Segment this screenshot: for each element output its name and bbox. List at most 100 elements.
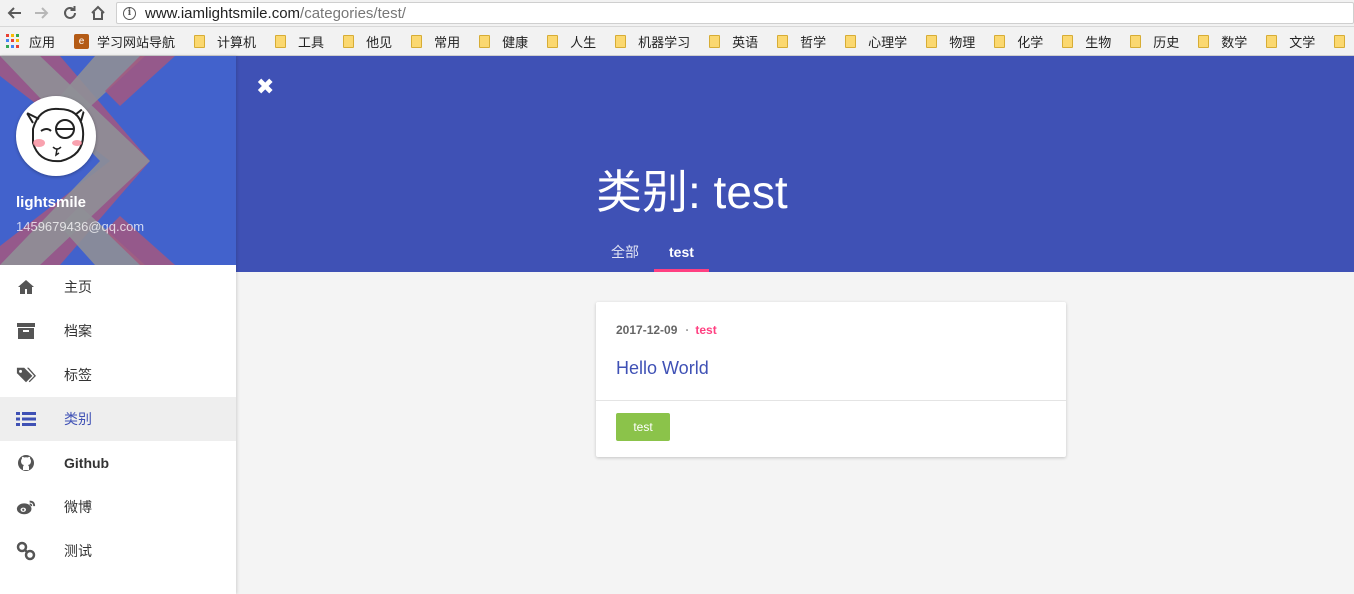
close-icon[interactable]: ✖ <box>256 74 274 100</box>
post-date: 2017-12-09 <box>616 323 678 337</box>
url-path: /categories/test/ <box>300 4 406 22</box>
sidebar-item-home[interactable]: 主页 <box>0 265 236 309</box>
sidebar-item-categories[interactable]: 类别 <box>0 397 236 441</box>
bookmark-folder[interactable]: 常用 <box>411 32 460 51</box>
browser-address-bar: i www.iamlightsmile.com/categories/test/ <box>0 0 1354 27</box>
sidebar-menu: 主页 档案 标签 类别 Github 微博 测试 <box>0 265 236 573</box>
apps-grid-icon <box>6 34 20 48</box>
bookmark-folder[interactable]: 机器学习 <box>615 32 690 51</box>
bookmark-folder[interactable]: 政治 <box>1334 32 1354 51</box>
bookmark-folder[interactable]: 历史 <box>1130 32 1179 51</box>
bookmark-folder[interactable]: 人生 <box>547 32 596 51</box>
folder-icon <box>1334 34 1346 48</box>
post-tag-chip[interactable]: test <box>616 413 670 441</box>
folder-icon <box>547 34 559 48</box>
bookmark-folder[interactable]: 数学 <box>1198 32 1247 51</box>
post-meta: 2017-12-09 · test <box>616 323 717 337</box>
folder-icon <box>1062 34 1074 48</box>
sidebar-item-github[interactable]: Github <box>0 441 236 485</box>
tab-all[interactable]: 全部 <box>596 232 654 272</box>
sidebar-item-label: 档案 <box>64 323 92 339</box>
bookmark-label: 常用 <box>434 34 461 50</box>
folder-icon <box>845 34 857 48</box>
folder-icon <box>411 34 423 48</box>
card-divider <box>596 400 1066 401</box>
user-email: 1459679436@qq.com <box>16 219 145 234</box>
sidebar-item-label: 微博 <box>64 499 92 515</box>
bookmark-label: 学习网站导航 <box>97 34 176 50</box>
bookmark-folder[interactable]: 他见 <box>343 32 392 51</box>
bookmark-folder[interactable]: 化学 <box>994 32 1043 51</box>
sidebar-item-label: Github <box>64 455 110 471</box>
sidebar-item-label: 测试 <box>64 543 92 559</box>
url-host: www.iamlightsmile.com <box>145 4 301 22</box>
bookmark-folder[interactable]: 英语 <box>709 32 758 51</box>
folder-icon <box>1130 34 1142 48</box>
folder-icon <box>1266 34 1278 48</box>
github-icon <box>16 453 36 473</box>
folder-icon <box>479 34 491 48</box>
folder-icon <box>777 34 789 48</box>
folder-icon <box>926 34 938 48</box>
sidebar-item-label: 主页 <box>64 279 92 295</box>
folder-icon <box>709 34 721 48</box>
bookmark-folder[interactable]: 心理学 <box>845 32 907 51</box>
archive-icon <box>16 321 36 341</box>
post-category-link[interactable]: test <box>695 323 716 337</box>
bookmark-apps[interactable]: 应用 <box>6 32 55 51</box>
bookmark-label: 人生 <box>570 34 597 50</box>
bookmark-label: 数学 <box>1221 34 1248 50</box>
url-field[interactable]: i www.iamlightsmile.com/categories/test/ <box>116 2 1354 24</box>
bookmark-label: 机器学习 <box>638 34 691 50</box>
bookmark-folder[interactable]: 哲学 <box>777 32 826 51</box>
link-icon <box>16 541 36 561</box>
bookmark-folder[interactable]: 工具 <box>275 32 324 51</box>
folder-icon <box>343 34 355 48</box>
sidebar-item-archive[interactable]: 档案 <box>0 309 236 353</box>
folder-icon <box>194 34 206 48</box>
bookmark-label: 文学 <box>1289 34 1316 50</box>
folder-icon <box>994 34 1006 48</box>
home-icon <box>16 277 36 297</box>
page-header: ✖ 类别: test 全部 test <box>236 56 1354 272</box>
category-tabs: 全部 test <box>596 232 709 272</box>
reload-icon[interactable] <box>60 3 80 23</box>
bookmark-folder[interactable]: 生物 <box>1062 32 1111 51</box>
bookmark-folder[interactable]: 文学 <box>1266 32 1315 51</box>
folder-icon <box>1198 34 1210 48</box>
home-button-icon[interactable] <box>88 3 108 23</box>
bookmark-label: 工具 <box>298 34 325 50</box>
bookmark-folder[interactable]: 健康 <box>479 32 528 51</box>
bookmark-folder[interactable]: 物理 <box>926 32 975 51</box>
bookmark-label: 他见 <box>366 34 393 50</box>
avatar-cartoon-face <box>19 99 93 173</box>
avatar[interactable] <box>16 96 96 176</box>
folder-icon <box>275 34 287 48</box>
bookmark-label: 历史 <box>1153 34 1180 50</box>
list-icon <box>16 409 36 429</box>
back-arrow-icon[interactable] <box>4 3 24 23</box>
bookmark-folder[interactable]: 计算机 <box>194 32 256 51</box>
bookmark-label: 哲学 <box>800 34 827 50</box>
sidebar-item-tags[interactable]: 标签 <box>0 353 236 397</box>
tab-test[interactable]: test <box>654 232 709 272</box>
bookmark-label: 英语 <box>732 34 759 50</box>
post-title-link[interactable]: Hello World <box>616 358 709 379</box>
info-icon[interactable]: i <box>123 6 136 20</box>
bookmark-study-nav[interactable]: e 学习网站导航 <box>74 32 175 51</box>
bookmarks-bar: 应用 e 学习网站导航 计算机 工具 他见 常用 健康 人生 机器学习 英语 哲… <box>0 27 1354 56</box>
sidebar-item-weibo[interactable]: 微博 <box>0 485 236 529</box>
user-name: lightsmile <box>16 194 87 211</box>
ie-page-icon: e <box>74 33 90 49</box>
sidebar-item-test[interactable]: 测试 <box>0 529 236 573</box>
bookmark-label: 健康 <box>502 34 529 50</box>
page-title: 类别: test <box>596 166 788 218</box>
sidebar-item-label: 标签 <box>64 367 92 383</box>
forward-arrow-icon[interactable] <box>32 3 52 23</box>
tags-icon <box>16 365 36 385</box>
bookmark-label: 心理学 <box>868 34 908 50</box>
bookmark-label: 应用 <box>29 34 56 50</box>
post-card: 2017-12-09 · test Hello World test <box>596 302 1066 457</box>
sidebar-item-label: 类别 <box>64 411 92 427</box>
meta-separator: · <box>685 323 690 337</box>
